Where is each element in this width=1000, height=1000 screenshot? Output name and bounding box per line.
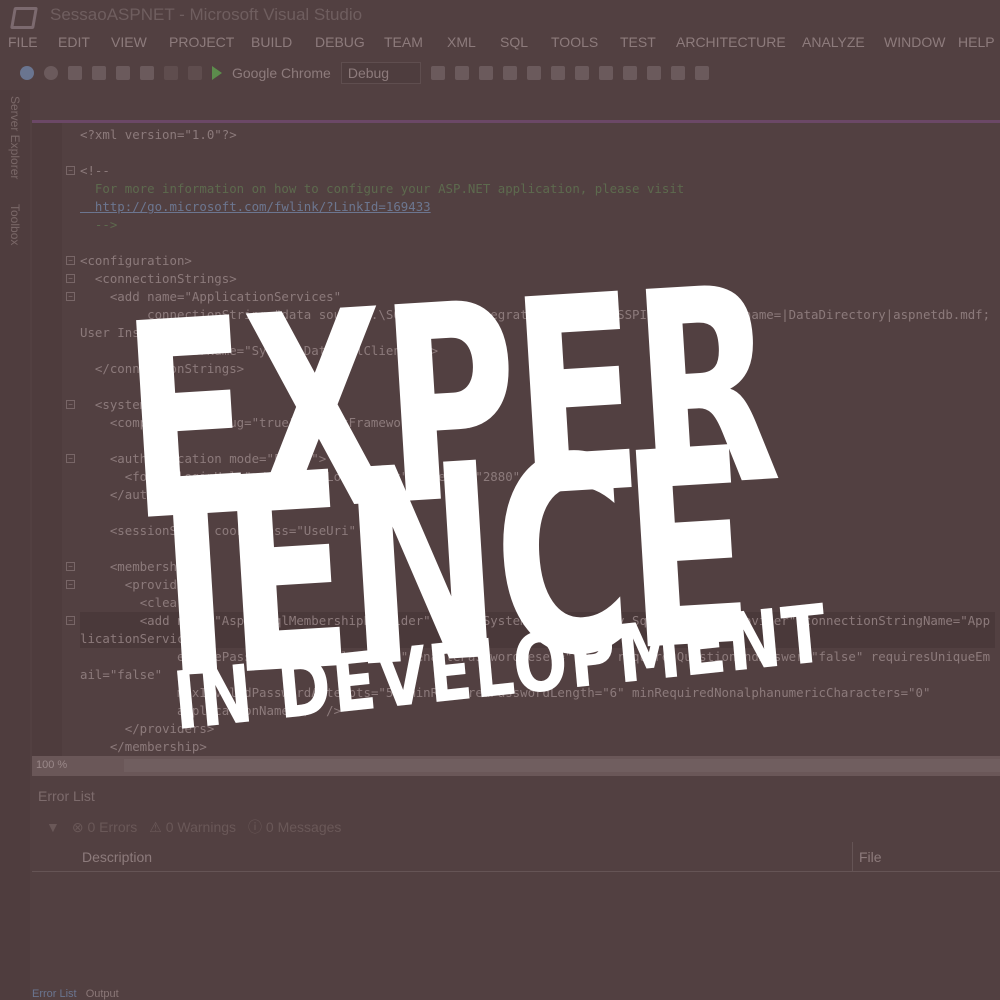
- configuration-dropdown[interactable]: Debug: [340, 62, 421, 84]
- document-icon[interactable]: [478, 66, 493, 80]
- bottom-tabs: Error List Output: [32, 988, 119, 1000]
- code-comment-line: For more information on how to configure…: [80, 181, 685, 196]
- uncomment-icon[interactable]: [670, 66, 685, 80]
- run-target-dropdown[interactable]: Google Chrome: [232, 65, 331, 81]
- column-file[interactable]: File: [852, 842, 882, 872]
- code-line: <!--: [80, 163, 110, 178]
- visual-studio-logo-icon: [12, 4, 38, 26]
- back-icon[interactable]: [20, 66, 34, 80]
- indent-icon[interactable]: [574, 66, 589, 80]
- horizontal-scrollbar[interactable]: [124, 759, 1000, 772]
- fold-toggle-icon[interactable]: −: [66, 256, 75, 265]
- toolbox-tab[interactable]: Toolbox: [8, 204, 22, 245]
- fold-toggle-icon[interactable]: −: [66, 562, 75, 571]
- fold-toggle-icon[interactable]: −: [66, 400, 75, 409]
- outline-icon[interactable]: [550, 66, 565, 80]
- font-size-icon[interactable]: [622, 66, 637, 80]
- fold-toggle-icon[interactable]: −: [66, 580, 75, 589]
- errors-count: 0 Errors: [87, 818, 138, 835]
- window-title: SessaoASPNET - Microsoft Visual Studio: [50, 5, 363, 24]
- menu-window[interactable]: WINDOW: [884, 34, 945, 50]
- menu-analyze[interactable]: ANALYZE: [802, 34, 865, 50]
- menu-file[interactable]: FILE: [8, 34, 38, 50]
- error-list-toolbar: ▼ ⊗ 0 Errors ⚠ 0 Warnings ⓘ 0 Messages: [46, 817, 341, 837]
- tab-error-list[interactable]: Error List: [32, 988, 77, 1000]
- error-list-header: Description File: [32, 842, 1000, 872]
- fold-toggle-icon[interactable]: −: [66, 166, 75, 175]
- menu-team[interactable]: TEAM: [384, 34, 423, 50]
- menu-tools[interactable]: TOOLS: [551, 34, 598, 50]
- forward-icon[interactable]: [44, 66, 58, 80]
- server-explorer-tab[interactable]: Server Explorer: [8, 96, 22, 179]
- format-icon[interactable]: [598, 66, 613, 80]
- hierarchy-icon[interactable]: [502, 66, 517, 80]
- editor-gutter: [32, 123, 62, 756]
- error-list-panel: Error List ▼ ⊗ 0 Errors ⚠ 0 Warnings ⓘ 0…: [32, 780, 1000, 990]
- tab-output[interactable]: Output: [86, 988, 119, 1000]
- menu-help[interactable]: HELP: [958, 34, 995, 50]
- fold-toggle-icon[interactable]: −: [66, 616, 75, 625]
- toolbar: Google Chrome Debug: [20, 60, 709, 86]
- open-file-icon[interactable]: [92, 66, 106, 80]
- comment-icon[interactable]: [646, 66, 661, 80]
- find-icon[interactable]: [430, 66, 445, 80]
- save-all-icon[interactable]: [140, 66, 154, 80]
- editor-status-strip: 100 %: [32, 756, 1000, 776]
- fold-toggle-icon[interactable]: −: [66, 454, 75, 463]
- messages-count: 0 Messages: [265, 819, 342, 835]
- warnings-count: 0 Warnings: [165, 818, 237, 835]
- panel-title: Error List: [38, 788, 95, 804]
- sort-icon[interactable]: [526, 66, 541, 80]
- code-line: -->: [80, 217, 118, 232]
- warnings-filter-button[interactable]: ⚠ 0 Warnings: [149, 819, 236, 836]
- redo-icon[interactable]: [188, 66, 202, 80]
- code-link-line[interactable]: http://go.microsoft.com/fwlink/?LinkId=1…: [80, 198, 995, 216]
- menu-build[interactable]: BUILD: [251, 34, 292, 50]
- left-tool-strip: Server Explorer Toolbox: [0, 90, 30, 1000]
- headline-overlay: EXPER IENCE IN DEVELOPMENT: [116, 228, 864, 749]
- menu-architecture[interactable]: ARCHITECTURE: [676, 34, 786, 50]
- menu-edit[interactable]: EDIT: [58, 34, 90, 50]
- new-project-icon[interactable]: [68, 66, 82, 80]
- title-bar: SessaoASPNET - Microsoft Visual Studio: [0, 0, 1000, 30]
- start-debugging-icon[interactable]: [212, 66, 222, 80]
- menu-test[interactable]: TEST: [620, 34, 656, 50]
- fold-toggle-icon[interactable]: −: [66, 292, 75, 301]
- list-icon[interactable]: [454, 66, 469, 80]
- filter-icon[interactable]: ▼: [46, 819, 60, 835]
- menu-sql[interactable]: SQL: [500, 34, 528, 50]
- column-description[interactable]: Description: [82, 849, 152, 865]
- code-line: <?xml version="1.0"?>: [80, 127, 237, 142]
- menu-project[interactable]: PROJECT: [169, 34, 234, 50]
- messages-filter-button[interactable]: ⓘ 0 Messages: [248, 817, 341, 837]
- menu-xml[interactable]: XML: [447, 34, 476, 50]
- menu-view[interactable]: VIEW: [111, 34, 147, 50]
- fold-toggle-icon[interactable]: −: [66, 274, 75, 283]
- menu-bar: FILE EDIT VIEW PROJECT BUILD DEBUG TEAM …: [0, 34, 1000, 56]
- bookmark-icon[interactable]: [694, 66, 709, 80]
- undo-icon[interactable]: [164, 66, 178, 80]
- errors-filter-button[interactable]: ⊗ 0 Errors: [72, 819, 137, 836]
- save-icon[interactable]: [116, 66, 130, 80]
- menu-debug[interactable]: DEBUG: [315, 34, 365, 50]
- zoom-level-dropdown[interactable]: 100 %: [36, 759, 67, 771]
